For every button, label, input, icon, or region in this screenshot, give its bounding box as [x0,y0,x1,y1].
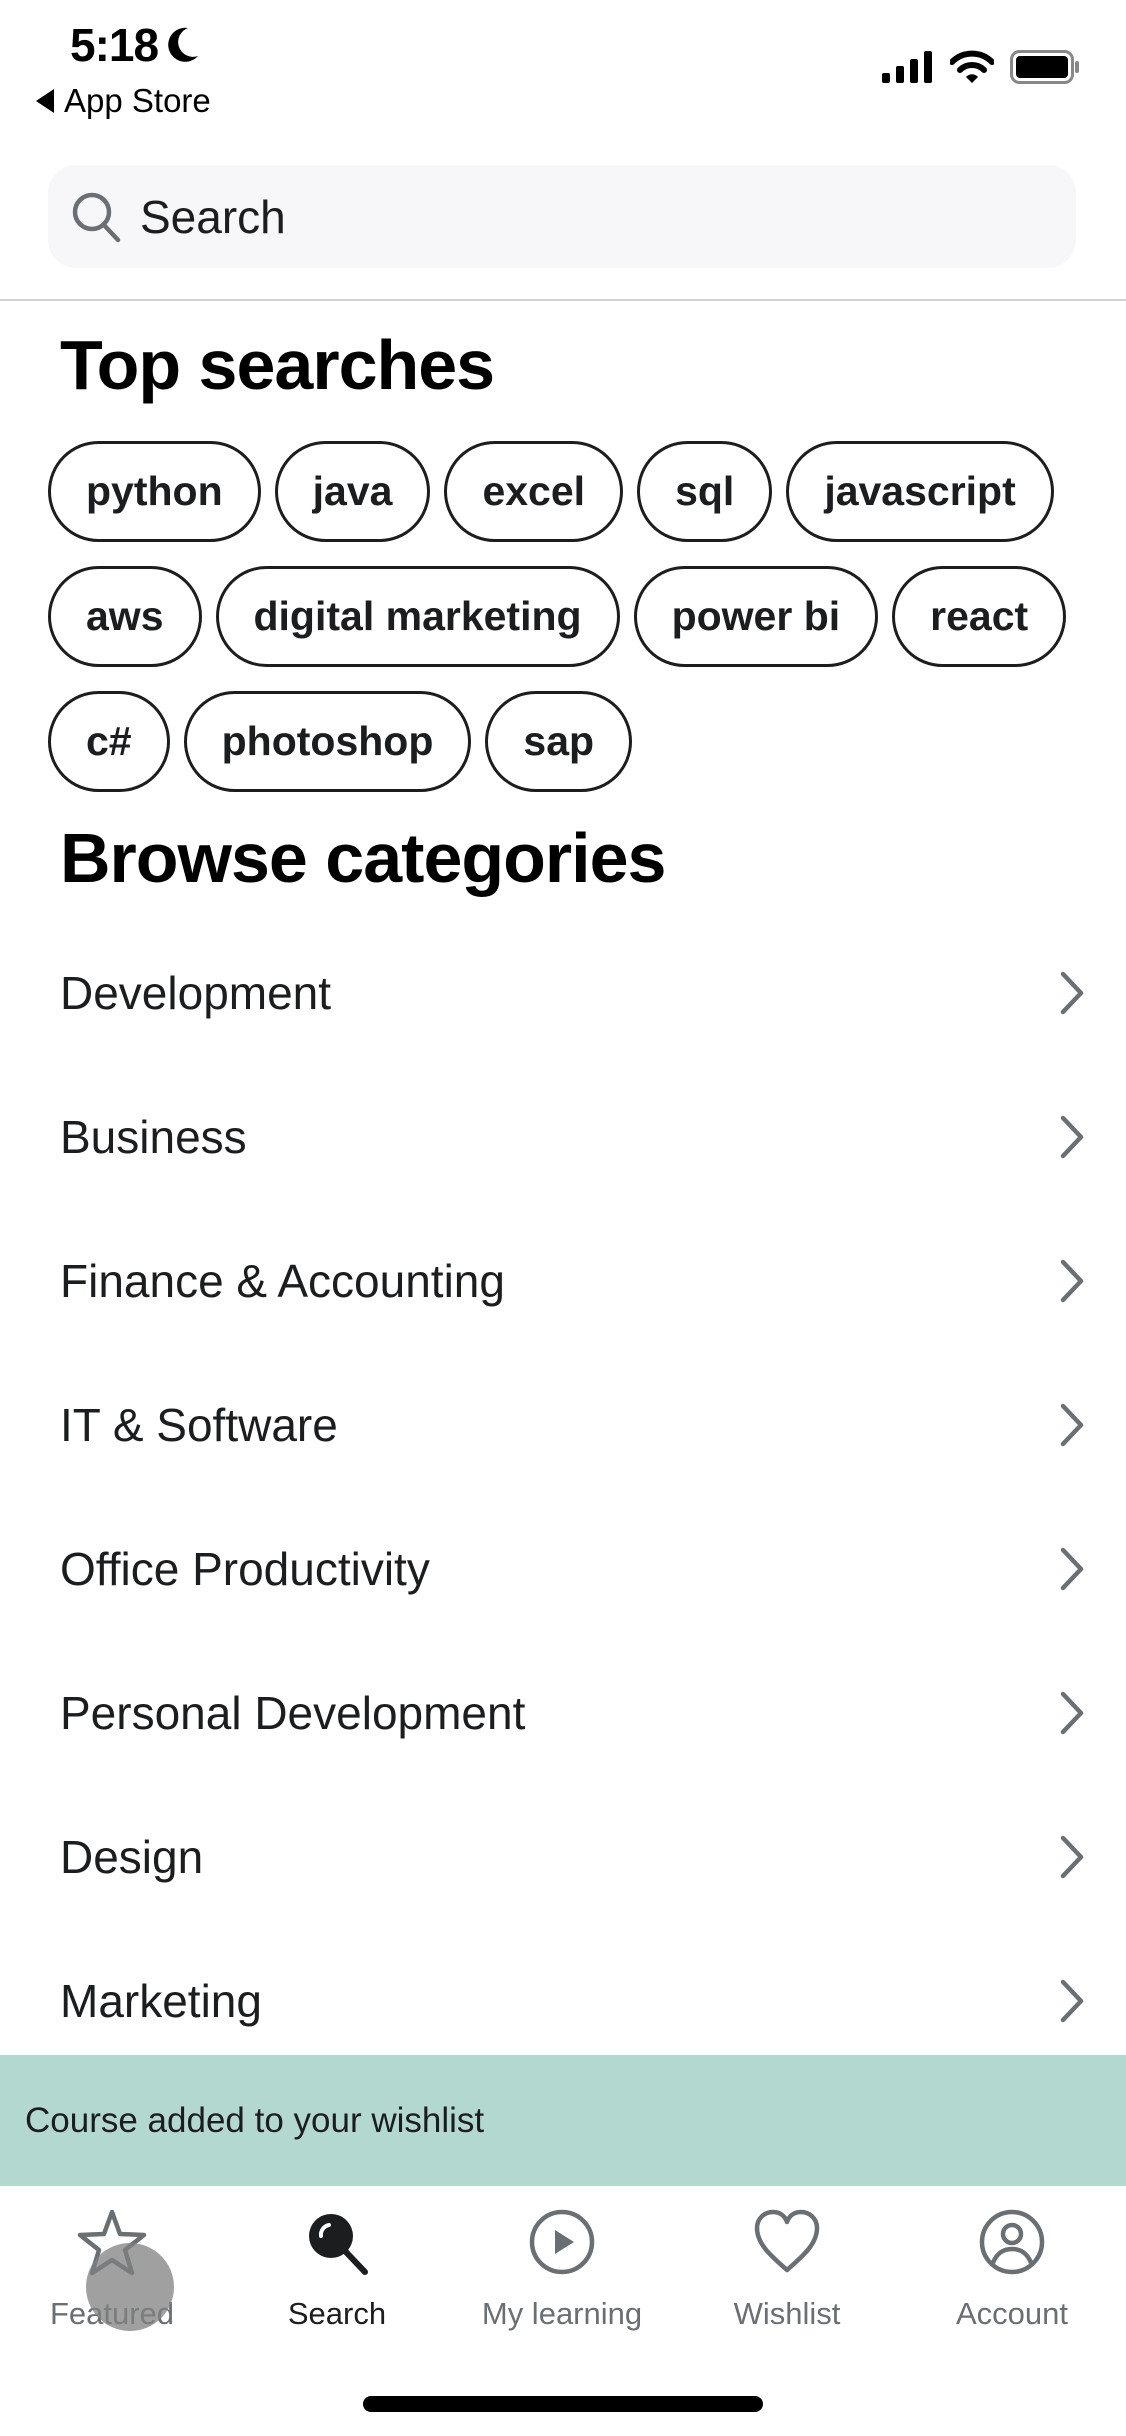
touch-indicator [86,2243,174,2331]
wishlist-toast: Course added to your wishlist [0,2055,1126,2186]
back-to-app-store[interactable]: App Store [36,82,211,120]
tab-label: My learning [481,2296,643,2331]
search-chip[interactable]: javascript [786,441,1054,542]
back-arrow-icon [36,89,54,113]
search-chip[interactable]: aws [48,566,202,667]
category-label: Business [60,1111,247,1163]
tab-my-learning[interactable]: My learning [462,2206,662,2332]
category-label: Development [60,967,332,1019]
category-item[interactable]: Marketing [0,1929,1126,2073]
chevron-right-icon [1060,1259,1084,1303]
top-searches-chips: python java excel sql javascript aws dig… [48,441,1088,792]
category-label: Personal Development [60,1687,526,1739]
tab-label: Account [955,2296,1068,2331]
tab-label: Search [287,2296,387,2331]
search-chip[interactable]: digital marketing [215,566,620,667]
wifi-icon [950,50,994,83]
account-icon [979,2209,1045,2275]
category-item[interactable]: Finance & Accounting [0,1209,1126,1353]
heart-icon [754,2209,820,2273]
search-bar[interactable] [48,165,1076,268]
play-circle-icon [529,2209,595,2275]
category-item[interactable]: Personal Development [0,1641,1126,1785]
tab-account[interactable]: Account [912,2206,1112,2332]
search-chip[interactable]: power bi [633,566,879,667]
status-time: 5:18 [70,18,200,72]
tab-search[interactable]: Search [237,2206,437,2332]
chevron-right-icon [1060,971,1084,1015]
category-label: Office Productivity [60,1543,430,1595]
category-item[interactable]: Business [0,1065,1126,1209]
chevron-right-icon [1060,1835,1084,1879]
category-item[interactable]: Design [0,1785,1126,1929]
search-chip[interactable]: excel [444,441,624,542]
chevron-right-icon [1060,1691,1084,1735]
home-indicator[interactable] [363,2396,763,2412]
chevron-right-icon [1060,1115,1084,1159]
category-label: IT & Software [60,1399,338,1451]
browse-categories-title: Browse categories [60,819,666,897]
category-label: Marketing [60,1975,262,2027]
category-label: Design [60,1831,204,1883]
search-chip[interactable]: sql [637,441,773,542]
moon-icon [168,27,199,62]
search-icon [72,192,121,242]
category-item[interactable]: IT & Software [0,1353,1126,1497]
top-searches-title: Top searches [60,326,495,404]
category-item[interactable]: Office Productivity [0,1497,1126,1641]
status-indicators [882,50,1080,84]
battery-icon [1010,50,1079,84]
signal-icon [882,51,932,83]
search-chip[interactable]: photoshop [183,691,472,792]
category-list: Development Business Finance & Accountin… [0,921,1126,2073]
tab-label: Wishlist [733,2296,841,2331]
search-chip[interactable]: c# [48,691,170,792]
chevron-right-icon [1060,1403,1084,1447]
category-item[interactable]: Development [0,921,1126,1065]
back-app-label: App Store [64,82,211,119]
search-chip[interactable]: java [274,441,431,542]
search-icon [309,2214,368,2275]
chevron-right-icon [1060,1979,1084,2023]
chevron-right-icon [1060,1547,1084,1591]
search-chip[interactable]: sap [485,691,633,792]
search-input[interactable] [140,189,1040,244]
search-chip[interactable]: python [48,441,261,542]
search-chip[interactable]: react [892,566,1067,667]
category-label: Finance & Accounting [60,1255,505,1307]
time-text: 5:18 [70,19,159,71]
tab-wishlist[interactable]: Wishlist [687,2206,887,2332]
header-divider [0,299,1126,301]
toast-message: Course added to your wishlist [25,2100,485,2140]
